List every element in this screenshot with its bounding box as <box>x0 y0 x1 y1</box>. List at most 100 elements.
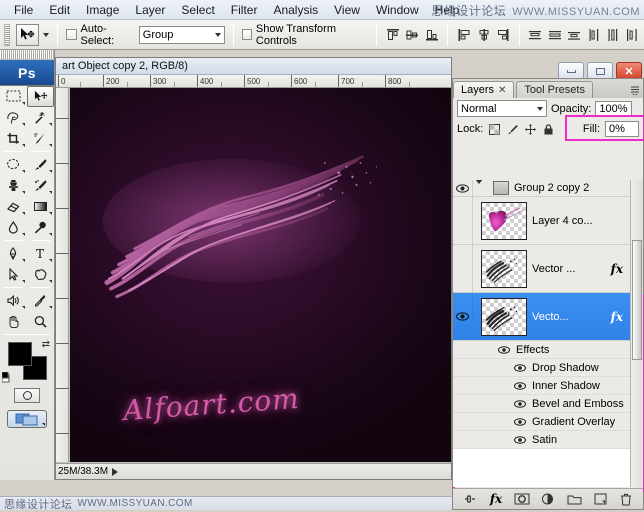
history-brush-tool[interactable] <box>27 175 54 196</box>
layer-row-vector-1[interactable]: Vector ... fx <box>453 245 643 293</box>
gradient-tool[interactable] <box>27 196 54 217</box>
menu-view[interactable]: View <box>326 1 368 19</box>
visibility-toggle[interactable] <box>512 364 528 372</box>
effect-row-bevel-and-emboss[interactable]: Bevel and Emboss <box>453 395 643 413</box>
auto-select-checkbox[interactable] <box>66 29 76 40</box>
opacity-field[interactable]: 100% <box>595 101 631 117</box>
layer-style-fx-icon[interactable]: fx <box>611 262 623 276</box>
zoom-tool[interactable] <box>27 311 54 332</box>
new-layer-icon[interactable] <box>591 491 609 508</box>
lock-image-pixels-icon[interactable] <box>506 123 519 136</box>
visibility-toggle[interactable] <box>453 245 473 292</box>
menu-analysis[interactable]: Analysis <box>265 1 326 19</box>
add-layer-style-icon[interactable]: fx <box>487 491 505 508</box>
link-layers-icon[interactable] <box>461 491 479 508</box>
menu-window[interactable]: Window <box>368 1 427 19</box>
visibility-toggle[interactable] <box>453 180 473 196</box>
lock-position-icon[interactable] <box>524 123 537 136</box>
effect-row-drop-shadow[interactable]: Drop Shadow <box>453 359 643 377</box>
screen-mode-button[interactable] <box>0 406 54 432</box>
quick-mask-button[interactable] <box>0 384 54 406</box>
align-horizontal-centers-icon[interactable] <box>476 25 491 45</box>
layer-thumbnail-pink-heart[interactable] <box>481 202 527 240</box>
visibility-toggle[interactable] <box>453 197 473 244</box>
new-adjustment-layer-icon[interactable] <box>539 491 557 508</box>
clone-stamp-tool[interactable] <box>0 175 27 196</box>
slice-tool[interactable] <box>27 128 54 149</box>
pen-tool[interactable] <box>0 243 27 264</box>
tool-preset-chevron-icon[interactable] <box>43 33 49 37</box>
layer-thumbnail-splatter-selected[interactable] <box>481 298 527 336</box>
effect-row-inner-shadow[interactable]: Inner Shadow <box>453 377 643 395</box>
hand-tool[interactable] <box>0 311 27 332</box>
marquee-tool[interactable] <box>0 86 27 107</box>
scrollbar-thumb[interactable] <box>632 240 642 360</box>
lasso-tool[interactable] <box>0 107 27 128</box>
blend-mode-dropdown[interactable]: Normal <box>457 100 547 117</box>
effects-group-row[interactable]: Effects <box>453 341 643 359</box>
distribute-bottom-edges-icon[interactable] <box>566 25 581 45</box>
distribute-right-edges-icon[interactable] <box>625 25 640 45</box>
menu-select[interactable]: Select <box>173 1 222 19</box>
delete-layer-icon[interactable] <box>617 491 635 508</box>
auto-select-dropdown[interactable]: Group <box>139 26 225 44</box>
fill-field[interactable]: 0% <box>605 121 639 137</box>
align-vertical-centers-icon[interactable] <box>405 25 420 45</box>
visibility-toggle[interactable] <box>453 293 473 340</box>
layer-row-group-2-copy-2[interactable]: Group 2 copy 2 <box>453 180 643 197</box>
layer-row-vector-selected[interactable]: Vecto... fx <box>453 293 643 341</box>
visibility-toggle[interactable] <box>512 400 528 408</box>
new-group-icon[interactable] <box>565 491 583 508</box>
menu-layer[interactable]: Layer <box>127 1 173 19</box>
healing-brush-tool[interactable] <box>0 154 27 175</box>
status-play-icon[interactable] <box>112 468 118 476</box>
layers-scrollbar[interactable] <box>630 180 643 487</box>
foreground-color-swatch[interactable] <box>8 342 32 366</box>
visibility-toggle[interactable] <box>512 382 528 390</box>
distribute-top-edges-icon[interactable] <box>528 25 543 45</box>
group-expand-toggle[interactable] <box>473 184 485 193</box>
magic-wand-tool[interactable] <box>27 107 54 128</box>
eraser-tool[interactable] <box>0 196 27 217</box>
menu-edit[interactable]: Edit <box>41 1 78 19</box>
distribute-vertical-centers-icon[interactable] <box>547 25 562 45</box>
show-transform-checkbox[interactable] <box>242 29 252 40</box>
layer-style-fx-icon[interactable]: fx <box>611 310 623 324</box>
menu-filter[interactable]: Filter <box>223 1 266 19</box>
lock-transparent-pixels-icon[interactable] <box>488 123 501 136</box>
brush-tool[interactable] <box>27 154 54 175</box>
effect-row-gradient-overlay[interactable]: Gradient Overlay <box>453 413 643 431</box>
layer-row-layer-4-copy[interactable]: Layer 4 co... <box>453 197 643 245</box>
palette-menu-button[interactable] <box>627 81 643 98</box>
menu-file[interactable]: File <box>6 1 41 19</box>
visibility-toggle[interactable] <box>496 346 512 354</box>
dodge-tool[interactable] <box>27 217 54 238</box>
swap-colors-icon[interactable]: ⇄ <box>42 339 50 350</box>
blur-tool[interactable] <box>0 217 27 238</box>
move-tool[interactable] <box>27 86 54 107</box>
crop-tool[interactable] <box>0 128 27 149</box>
canvas-area[interactable]: Alfoart.com <box>70 88 451 462</box>
tab-layers[interactable]: Layers ✕ <box>453 81 514 98</box>
visibility-toggle[interactable] <box>512 418 528 426</box>
toolbox-grip[interactable] <box>0 50 54 60</box>
align-left-edges-icon[interactable] <box>456 25 471 45</box>
notes-tool[interactable] <box>0 290 27 311</box>
shape-tool[interactable] <box>27 264 54 285</box>
add-layer-mask-icon[interactable] <box>513 491 531 508</box>
path-selection-tool[interactable] <box>0 264 27 285</box>
options-bar-grip[interactable] <box>4 24 10 46</box>
close-icon[interactable]: ✕ <box>498 85 506 96</box>
current-tool-button[interactable] <box>16 24 40 46</box>
distribute-horizontal-centers-icon[interactable] <box>605 25 620 45</box>
align-bottom-edges-icon[interactable] <box>424 25 439 45</box>
align-right-edges-icon[interactable] <box>495 25 510 45</box>
menu-image[interactable]: Image <box>78 1 127 19</box>
tab-tool-presets[interactable]: Tool Presets <box>516 81 593 98</box>
artwork-canvas[interactable]: Alfoart.com <box>70 88 451 462</box>
default-colors-icon[interactable] <box>2 372 13 383</box>
layer-thumbnail-splatter-1[interactable] <box>481 250 527 288</box>
lock-all-icon[interactable] <box>542 123 555 136</box>
type-tool[interactable]: T <box>27 243 54 264</box>
visibility-toggle[interactable] <box>512 436 528 444</box>
